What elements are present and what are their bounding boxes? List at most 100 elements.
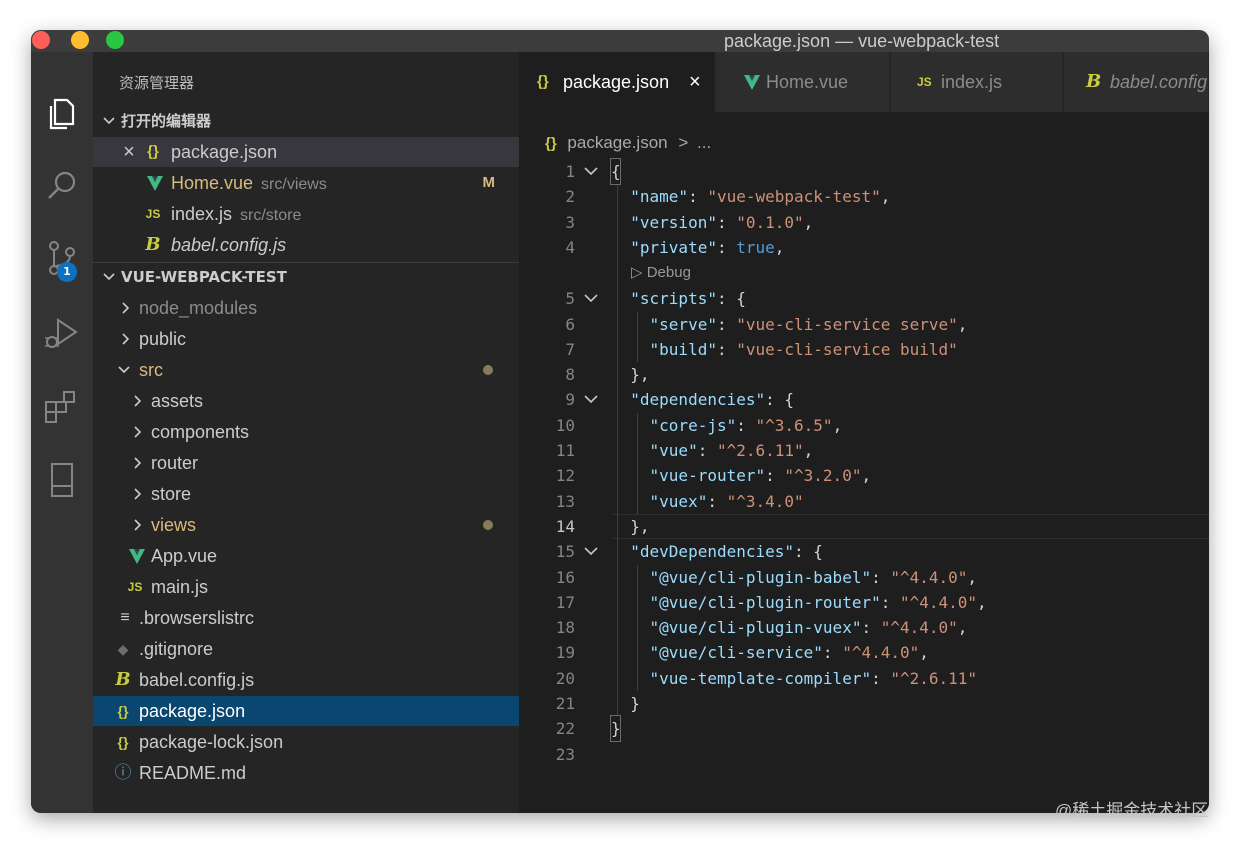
code-line: "vuex": "^3.4.0": [649, 491, 804, 511]
tree-folder-src[interactable]: src: [93, 355, 519, 385]
minimize-window-button[interactable]: [71, 31, 89, 49]
tree-file-package-lock-json[interactable]: {} package-lock.json: [93, 727, 519, 757]
chevron-right-icon: [134, 426, 142, 438]
babel-icon: B: [1086, 71, 1102, 92]
window-title: package.json — vue-webpack-test: [724, 31, 1000, 51]
sidebar-title: 资源管理器: [119, 74, 195, 92]
vscode-window: package.json — vue-webpack-test 1 资源管理器 …: [31, 30, 1209, 813]
code-line: "@vue/cli-plugin-router": "^4.4.0",: [649, 592, 987, 612]
tree-file-app-vue[interactable]: App.vue: [93, 541, 519, 571]
chevron-right-icon: [134, 457, 142, 469]
line-number: 3: [565, 212, 575, 232]
remote-icon[interactable]: [40, 458, 84, 502]
line-number: 11: [555, 441, 575, 460]
fold-chevron-icon[interactable]: [583, 286, 599, 311]
line-number: 8: [565, 365, 575, 385]
open-editor-package-json[interactable]: × {} package.json: [93, 137, 519, 167]
tree-file-main-js[interactable]: JS main.js: [93, 572, 519, 602]
code-line: "vue-router": "^3.2.0",: [649, 466, 872, 486]
breadcrumb[interactable]: {} package.json > ...: [545, 132, 711, 154]
babel-icon: B: [115, 669, 131, 690]
code-line: },: [611, 516, 650, 536]
vue-icon: [147, 176, 163, 191]
open-editor-babel-config[interactable]: B babel.config.js: [93, 230, 519, 260]
tree-folder-views[interactable]: views: [93, 510, 519, 540]
open-editor-home-vue[interactable]: Home.vue src/views M: [93, 168, 519, 198]
json-icon: {}: [147, 143, 159, 160]
project-header[interactable]: VUE-WEBPACK-TEST: [93, 262, 519, 292]
code-line: "@vue/cli-plugin-babel": "^4.4.0",: [649, 567, 978, 587]
chevron-right-icon: [122, 333, 130, 345]
explorer-sidebar: 资源管理器 打开的编辑器 × {} package.json Home.vue s…: [93, 52, 519, 813]
tree-file-readme[interactable]: ⓘ README.md: [93, 758, 519, 788]
code-line: "name": "vue-webpack-test",: [630, 187, 891, 207]
line-number: 2: [565, 187, 575, 207]
code-line: "vue-template-compiler": "^2.6.11": [649, 668, 978, 688]
close-icon[interactable]: ×: [119, 137, 139, 167]
info-icon: ⓘ: [114, 763, 132, 782]
debug-codelens[interactable]: ▷ Debug: [631, 263, 691, 283]
modified-dot: [483, 520, 493, 530]
line-number: 17: [555, 592, 575, 612]
current-line-highlight: [611, 513, 1209, 539]
js-icon: JS: [145, 207, 161, 221]
line-number: 15: [555, 542, 575, 562]
close-icon[interactable]: ×: [689, 52, 701, 112]
line-number: 10: [555, 415, 575, 435]
line-number: 22: [555, 719, 575, 739]
chevron-down-icon: [103, 117, 115, 125]
tree-file-browserslistrc[interactable]: ≡ .browserslistrc: [93, 603, 519, 633]
tree-file-gitignore[interactable]: ◆ .gitignore: [93, 634, 519, 664]
line-number: 20: [555, 668, 575, 688]
code-line: "scripts": {: [630, 289, 746, 309]
extensions-icon[interactable]: [40, 386, 84, 430]
code-line: }: [610, 715, 621, 743]
line-number: 12: [555, 466, 575, 486]
search-icon[interactable]: [40, 164, 84, 208]
code-line: "@vue/cli-plugin-vuex": "^4.4.0",: [649, 618, 968, 638]
tree-folder-public[interactable]: public: [93, 324, 519, 354]
fold-chevron-icon[interactable]: [583, 539, 599, 564]
code-line: },: [611, 365, 650, 385]
json-icon: {}: [117, 734, 129, 750]
code-line: "dependencies": {: [630, 390, 795, 410]
vue-icon: [744, 75, 760, 90]
run-debug-icon[interactable]: [40, 312, 84, 356]
line-number: 4: [565, 237, 575, 257]
code-line: "version": "0.1.0",: [630, 212, 814, 232]
line-number: 1: [565, 162, 575, 181]
tree-folder-store[interactable]: store: [93, 479, 519, 509]
open-editors-header[interactable]: 打开的编辑器: [93, 106, 519, 136]
fold-chevron-icon[interactable]: [583, 387, 599, 412]
line-number: 19: [555, 643, 575, 663]
code-line: "private": true,: [630, 237, 785, 257]
tree-folder-assets[interactable]: assets: [93, 386, 519, 416]
tab-home-vue[interactable]: Home.vue: [716, 52, 890, 112]
code-line: "devDependencies": {: [630, 542, 823, 562]
tree-folder-node-modules[interactable]: node_modules: [93, 293, 519, 323]
tree-file-package-json[interactable]: {} package.json: [93, 696, 519, 726]
zoom-window-button[interactable]: [106, 31, 124, 49]
fold-chevron-icon[interactable]: [583, 159, 599, 184]
line-number: 14: [555, 516, 575, 536]
code-line: {: [610, 158, 621, 185]
code-line: "@vue/cli-service": "^4.4.0",: [649, 643, 929, 663]
vue-icon: [129, 549, 145, 564]
code-line: "vue": "^2.6.11",: [649, 441, 814, 460]
tree-folder-components[interactable]: components: [93, 417, 519, 447]
tab-index-js[interactable]: JS index.js: [891, 52, 1063, 112]
line-number: 18: [555, 618, 575, 638]
tab-babel-config[interactable]: B babel.config.js: [1064, 52, 1209, 112]
code-line: "core-js": "^3.6.5",: [649, 415, 843, 435]
code-line: }: [611, 694, 640, 713]
close-window-button[interactable]: [32, 31, 50, 49]
open-editor-index-js[interactable]: JS index.js src/store: [93, 199, 519, 229]
babel-icon: B: [145, 234, 161, 255]
code-editor[interactable]: ▷ Debug 1{2 "name": "vue-webpack-test", 3 …: [519, 158, 1209, 799]
tab-package-json[interactable]: {} package.json ×: [519, 52, 715, 112]
tree-folder-router[interactable]: router: [93, 448, 519, 478]
tree-file-babel-config[interactable]: B babel.config.js: [93, 665, 519, 695]
editor-area: {} package.json × Home.vue JS index.js B…: [519, 52, 1209, 813]
line-number: 16: [555, 567, 575, 587]
explorer-icon[interactable]: [40, 92, 84, 136]
